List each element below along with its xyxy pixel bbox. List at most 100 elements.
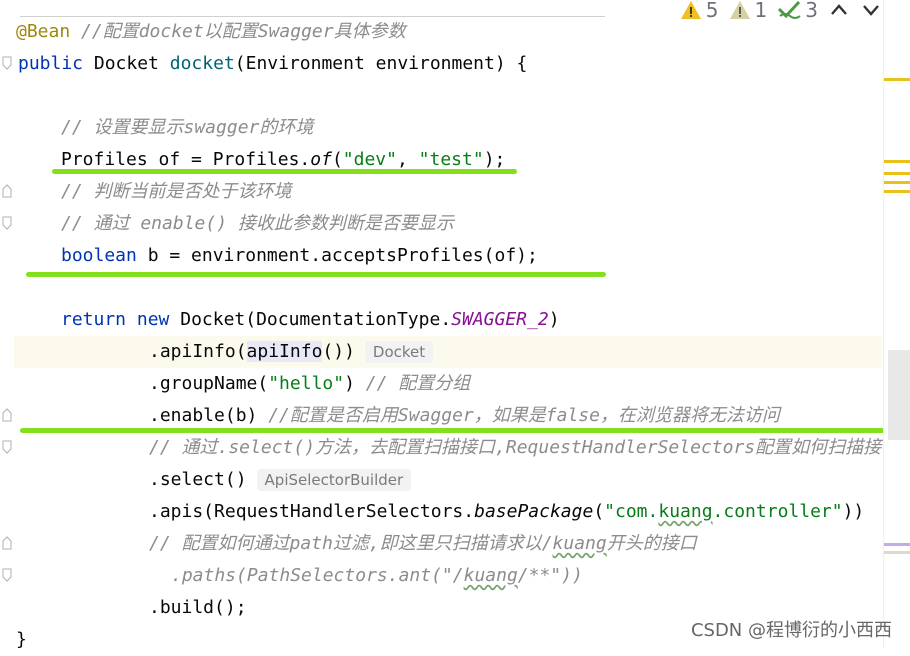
code-comment: .paths(PathSelectors.ant("/ xyxy=(171,565,464,586)
code-line-7[interactable]: // 通过 enable() 接收此参数判断是否要显示 xyxy=(61,208,454,240)
string-literal: "test" xyxy=(418,149,484,170)
static-method: basePackage xyxy=(474,501,594,522)
code-text: ()) xyxy=(322,341,355,362)
spelling-marked-word: kuang xyxy=(463,565,518,586)
green-highlight-underline xyxy=(26,272,606,277)
method-name: docket xyxy=(169,53,235,74)
code-comment: //配置docket以配置Swagger具体参数 xyxy=(81,21,406,42)
code-text: ) xyxy=(548,309,560,330)
code-text: b = environment.acceptsProfiles(of); xyxy=(136,245,538,266)
code-comment: // 通过.select()方法，去配置扫描接口,RequestHandlerS… xyxy=(149,437,882,458)
code-comment: // 通过 enable() 接收此参数判断是否要显示 xyxy=(61,213,454,234)
code-text: Docket(DocumentationType. xyxy=(169,309,452,330)
warnings-count: 5 xyxy=(705,0,719,22)
string-literal: "dev" xyxy=(342,149,397,170)
keyword: return xyxy=(61,309,127,330)
weak-warnings-indicator[interactable]: 1 xyxy=(729,0,768,22)
code-line-2[interactable]: public Docket docket(Environment environ… xyxy=(18,48,527,80)
code-comment: // 配置如何通过path过滤,即这里只扫描请求以/ xyxy=(149,533,553,554)
code-line-6[interactable]: // 判断当前是否处于该环境 xyxy=(61,176,292,208)
inspection-widget[interactable]: 5 1 3 xyxy=(671,0,882,22)
code-comment: // 判断当前是否处于该环境 xyxy=(61,181,292,202)
ok-indicator[interactable]: 3 xyxy=(777,0,818,22)
weak-warnings-count: 1 xyxy=(754,0,768,22)
code-text: .build(); xyxy=(149,597,247,618)
error-stripe-mark[interactable] xyxy=(884,160,910,163)
fold-marker-icon[interactable] xyxy=(2,216,12,230)
spelling-marked-word: kuang xyxy=(658,501,713,522)
code-editor[interactable]: 5 1 3 @Bean //配置docket以配置Swagger具体参数 pub… xyxy=(0,0,910,650)
code-line-10[interactable]: return new Docket(DocumentationType.SWAG… xyxy=(61,304,560,336)
chevron-up-icon[interactable] xyxy=(828,0,850,20)
error-stripe-mark[interactable] xyxy=(884,551,910,554)
error-stripe-mark[interactable] xyxy=(884,543,910,546)
fold-marker-icon[interactable] xyxy=(2,184,12,198)
warning-icon xyxy=(680,1,701,19)
enum-constant: SWAGGER_2 xyxy=(451,309,549,330)
chevron-down-icon[interactable] xyxy=(860,0,882,20)
fold-marker-icon[interactable] xyxy=(2,568,12,582)
code-text: , xyxy=(396,149,419,170)
spelling-marked-word: kuang xyxy=(552,533,607,554)
watermark: CSDN @程博衍的小西西 xyxy=(690,620,892,641)
weak-warning-icon xyxy=(729,1,750,19)
code-line-19[interactable]: .build(); xyxy=(149,592,247,624)
keyword: public xyxy=(18,53,84,74)
string-literal: "hello" xyxy=(268,373,345,394)
error-stripe-mark[interactable] xyxy=(884,172,910,175)
error-stripe-mark[interactable] xyxy=(884,181,910,184)
type-hint: ApiSelectorBuilder xyxy=(256,469,412,491)
code-text: .groupName( xyxy=(149,373,269,394)
editor-gutter[interactable] xyxy=(0,0,14,648)
warnings-indicator[interactable]: 5 xyxy=(680,0,719,22)
code-line-11[interactable]: .apiInfo(apiInfo()) Docket xyxy=(149,336,434,368)
code-line-20[interactable]: } xyxy=(16,624,27,656)
current-line-highlight xyxy=(14,336,882,368)
green-highlight-underline xyxy=(52,169,517,174)
code-comment: // 设置要显示swagger的环境 xyxy=(61,117,314,138)
code-text: Profiles of = Profiles. xyxy=(61,149,311,170)
annotation-bean: @Bean xyxy=(16,21,71,42)
code-comment: 开头的接口 xyxy=(606,533,697,554)
scrollbar-thumb[interactable] xyxy=(888,350,910,440)
keyword: new xyxy=(126,309,170,330)
code-text: .apis(RequestHandlerSelectors. xyxy=(149,501,475,522)
code-line-8[interactable]: boolean b = environment.acceptsProfiles(… xyxy=(61,240,538,272)
code-text: .select() xyxy=(149,469,247,490)
keyword: boolean xyxy=(61,245,137,266)
code-line-15[interactable]: .select() ApiSelectorBuilder xyxy=(149,464,412,496)
code-line-16[interactable]: .apis(RequestHandlerSelectors.basePackag… xyxy=(149,496,864,528)
code-text: )) xyxy=(842,501,865,522)
static-method: of xyxy=(310,149,332,170)
checkmark-icon xyxy=(778,0,801,19)
code-comment: /**")) xyxy=(517,565,583,586)
string-literal: "com. xyxy=(604,501,659,522)
fold-marker-icon[interactable] xyxy=(2,536,12,550)
string-literal: .controller" xyxy=(712,501,843,522)
error-stripe-mark[interactable] xyxy=(884,190,910,193)
code-comment: // 配置分组 xyxy=(365,373,471,394)
code-text: ); xyxy=(483,149,506,170)
code-text: ( xyxy=(331,149,343,170)
code-line-12[interactable]: .groupName("hello") // 配置分组 xyxy=(149,368,470,400)
code-text: ) xyxy=(344,373,366,394)
code-text: ( xyxy=(593,501,605,522)
code-text: } xyxy=(16,629,27,650)
code-text: .apiInfo( xyxy=(149,341,247,362)
type-hint: Docket xyxy=(364,341,434,363)
method-call: apiInfo xyxy=(246,341,323,362)
fold-marker-icon[interactable] xyxy=(2,440,12,454)
code-line-14[interactable]: // 通过.select()方法，去配置扫描接口,RequestHandlerS… xyxy=(149,432,885,464)
code-line-4[interactable]: // 设置要显示swagger的环境 xyxy=(61,112,313,144)
fold-marker-icon[interactable] xyxy=(2,56,12,70)
code-text: .enable(b) xyxy=(149,405,269,426)
code-line-18[interactable]: .paths(PathSelectors.ant("/kuang/**")) xyxy=(171,560,583,592)
editor-scrollbar[interactable] xyxy=(883,0,910,648)
ok-count: 3 xyxy=(805,0,818,22)
code-text: Docket xyxy=(83,53,170,74)
code-line-17[interactable]: // 配置如何通过path过滤,即这里只扫描请求以/kuang开头的接口 xyxy=(149,528,697,560)
code-comment: //配置是否启用Swagger，如果是false，在浏览器将无法访问 xyxy=(268,405,780,426)
fold-marker-icon[interactable] xyxy=(2,408,12,422)
code-line-1[interactable]: @Bean //配置docket以配置Swagger具体参数 xyxy=(16,16,406,48)
error-stripe-mark[interactable] xyxy=(884,78,910,81)
